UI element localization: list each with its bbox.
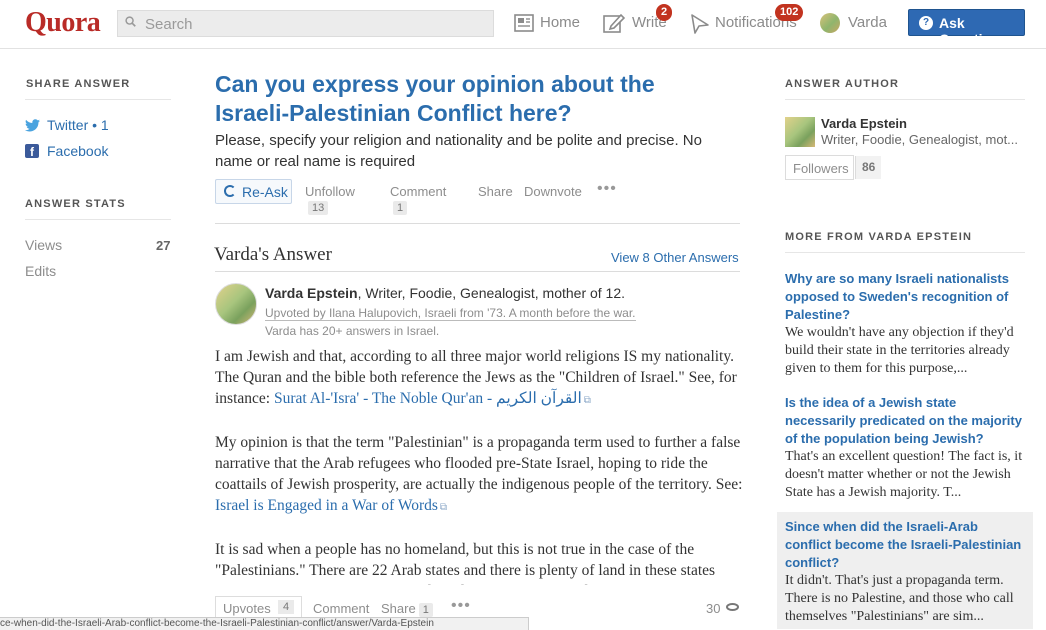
question-title[interactable]: Can you express your opinion about the I…: [215, 70, 735, 128]
unfollow-button[interactable]: Unfollow 13: [305, 184, 355, 215]
author-description: , Writer, Foodie, Genealogist, mother of…: [357, 285, 626, 301]
war-of-words-link[interactable]: Israel is Engaged in a War of Words: [215, 497, 438, 514]
eye-icon: [726, 603, 739, 611]
upvote-count: 4: [278, 600, 295, 614]
followers-button[interactable]: Followers 86: [785, 155, 882, 180]
notifications-icon: [691, 14, 709, 34]
views-label: Views: [25, 237, 63, 253]
share-divider: [25, 99, 171, 100]
followers-count: 86: [855, 156, 882, 179]
answer-more-button[interactable]: •••: [451, 597, 471, 615]
search-input[interactable]: Search: [117, 10, 494, 37]
related-answer-item[interactable]: Since when did the Israeli-Arab conflict…: [777, 512, 1033, 629]
answer-share-label: Share: [381, 601, 416, 616]
downvote-button[interactable]: Downvote: [524, 184, 582, 199]
answer-share-button[interactable]: Share 1: [381, 601, 433, 617]
related-answer-title[interactable]: Why are so many Israeli nationalists opp…: [785, 270, 1025, 324]
stats-divider: [25, 219, 171, 220]
external-link-icon: ⧉: [439, 502, 448, 513]
question-details: Please, specify your religion and nation…: [215, 132, 702, 170]
views-value: 27: [156, 238, 171, 253]
twitter-label: Twitter • 1: [47, 117, 109, 133]
author-divider: [785, 99, 1025, 100]
followers-label: Followers: [793, 161, 849, 176]
twitter-icon: [25, 119, 40, 132]
search-placeholder: Search: [145, 16, 193, 33]
related-answer-item[interactable]: Why are so many Israeli nationalists opp…: [777, 264, 1033, 384]
top-header: Quora Search Home Write 2 Notifications …: [0, 0, 1046, 49]
answer-author-heading: ANSWER AUTHOR: [785, 78, 900, 90]
upvote-label: Upvotes: [223, 601, 271, 616]
home-feed-icon: [514, 14, 534, 32]
pencil-icon: [603, 13, 625, 33]
answers-in-topic: Varda has 20+ answers in Israel.: [265, 324, 440, 338]
related-answer-snippet: That's an excellent question! The fact i…: [785, 449, 1023, 500]
user-avatar: [820, 13, 840, 33]
edits-link[interactable]: Edits: [25, 263, 56, 279]
related-answer-title[interactable]: Since when did the Israeli-Arab conflict…: [785, 518, 1025, 572]
unfollow-label: Unfollow: [305, 184, 355, 199]
author-card-description: Writer, Foodie, Genealogist, mot...: [821, 132, 1019, 147]
nav-home-label: Home: [540, 14, 581, 31]
author-card-name[interactable]: Varda Epstein: [821, 116, 907, 131]
author-avatar[interactable]: [215, 283, 257, 325]
answer-paragraph: I am Jewish and that, according to all t…: [215, 346, 743, 411]
paragraph-text: My opinion is that the term "Palestinian…: [215, 434, 743, 493]
reask-label: Re-Ask: [242, 184, 288, 200]
ask-question-button[interactable]: ? Ask Question: [908, 9, 1025, 47]
upvote-button[interactable]: Upvotes 4: [215, 596, 302, 619]
question-comment-label: Comment: [390, 184, 447, 199]
unfollow-count: 13: [308, 201, 329, 215]
author-credential: Varda Epstein, Writer, Foodie, Genealogi…: [265, 285, 625, 301]
answer-comment-button[interactable]: Comment: [313, 601, 369, 616]
upvoted-by-line[interactable]: Upvoted by Ilana Halupovich, Israeli fro…: [265, 306, 636, 321]
share-answer-heading: SHARE ANSWER: [26, 78, 131, 90]
quran-link[interactable]: Surat Al-'Isra' - The Noble Qur'an - الق…: [274, 390, 582, 407]
facebook-icon: f: [25, 144, 39, 159]
author-card-avatar[interactable]: [785, 117, 815, 147]
question-divider: [215, 223, 740, 224]
external-link-icon: ⧉: [583, 395, 591, 406]
ask-question-label: Ask Question: [939, 15, 1000, 47]
related-answer-title[interactable]: Is the idea of a Jewish state necessaril…: [785, 394, 1025, 448]
answer-body: I am Jewish and that, according to all t…: [215, 346, 743, 585]
answer-views-count: 30: [706, 601, 721, 616]
related-answer-snippet: We wouldn't have any objection if they'd…: [785, 325, 1014, 376]
more-from-heading: MORE FROM VARDA EPSTEIN: [785, 231, 973, 243]
facebook-label: Facebook: [47, 143, 109, 159]
write-badge: 2: [656, 4, 673, 21]
answer-stats-heading: ANSWER STATS: [25, 198, 126, 210]
related-answer-snippet: It didn't. That's just a propaganda term…: [785, 573, 1014, 624]
question-comment-button[interactable]: Comment 1: [390, 184, 446, 215]
notifications-badge: 102: [775, 4, 804, 21]
answer-heading-divider: [215, 271, 740, 272]
related-answer-item[interactable]: Is the idea of a Jewish state necessaril…: [777, 388, 1033, 508]
reask-icon: [224, 185, 236, 197]
question-more-button[interactable]: •••: [597, 180, 617, 198]
search-icon: [125, 16, 136, 27]
author-name[interactable]: Varda Epstein: [265, 285, 358, 301]
view-other-answers-link[interactable]: View 8 Other Answers: [611, 250, 739, 265]
answer-heading: Varda's Answer: [214, 244, 332, 265]
answer-paragraph: My opinion is that the term "Palestinian…: [215, 432, 743, 518]
more-from-divider: [785, 252, 1025, 253]
question-share-button[interactable]: Share: [478, 184, 513, 199]
nav-profile-label: Varda: [848, 14, 887, 31]
question-comment-count: 1: [393, 201, 408, 215]
browser-status-url: ce-when-did-the-Israeli-Arab-conflict-be…: [0, 617, 529, 630]
answer-share-count: 1: [418, 603, 433, 617]
quora-logo[interactable]: Quora: [25, 7, 101, 39]
question-mark-icon: ?: [919, 16, 933, 30]
reask-button[interactable]: Re-Ask: [215, 179, 292, 204]
answer-paragraph: It is sad when a people has no homeland,…: [215, 541, 716, 585]
